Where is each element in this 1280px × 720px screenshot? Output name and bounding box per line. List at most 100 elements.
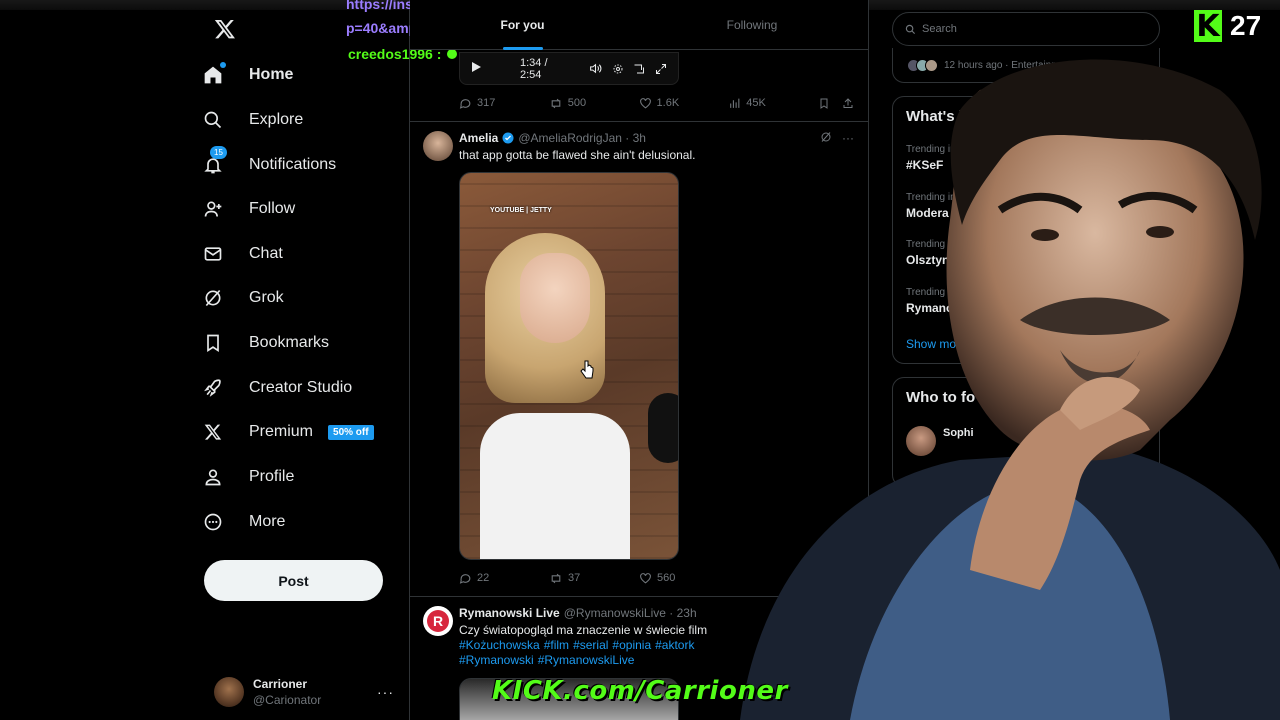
- news-avatars: [907, 58, 938, 72]
- tab-label: Following: [726, 18, 778, 32]
- show-more-link[interactable]: Show more: [906, 337, 967, 351]
- timeline-tabs: For you Following: [410, 0, 868, 50]
- avatar[interactable]: [906, 426, 936, 456]
- reply-button[interactable]: 317: [459, 97, 549, 110]
- tweet-divider: [410, 121, 868, 122]
- nav-creator-studio[interactable]: Creator Studio: [202, 368, 352, 408]
- reply-button[interactable]: 22: [459, 572, 549, 585]
- tweet-text: Czy światopogląd ma znaczenie w świecie …: [459, 623, 708, 637]
- trend-name: Modera: [906, 206, 949, 220]
- tweet-top-actions: ···: [820, 131, 854, 146]
- viewer-count-widget: K 27: [1194, 9, 1261, 44]
- grok-icon[interactable]: [820, 131, 832, 146]
- settings-icon[interactable]: [611, 62, 625, 76]
- news-card[interactable]: 12 hours ago · Entertainment · 2,004 po: [892, 48, 1160, 83]
- share-button[interactable]: [842, 97, 859, 110]
- nav-label: More: [249, 513, 286, 530]
- follow-icon: [202, 198, 224, 220]
- tweet-header: Rymanowski Live @RymanowskiLive · 23h: [459, 606, 697, 620]
- volume-icon[interactable]: [589, 62, 603, 76]
- nav-chat[interactable]: Chat: [202, 234, 283, 274]
- rymanowski-logo-icon: R: [427, 610, 449, 632]
- video-subject-top: [480, 413, 630, 559]
- suggested-user-name[interactable]: Sophi: [943, 427, 974, 439]
- share-icon: [843, 97, 853, 108]
- news-meta: 12 hours ago · Entertainment · 2,004 po: [944, 59, 1122, 71]
- nav-profile[interactable]: Profile: [202, 457, 294, 497]
- more-dots-icon[interactable]: ···: [842, 131, 854, 146]
- bell-icon: 15: [202, 146, 227, 176]
- notification-count-badge: 15: [210, 146, 227, 159]
- hashtag-link[interactable]: #opinia: [612, 638, 651, 652]
- fullscreen-icon[interactable]: [654, 62, 668, 76]
- author-handle-time[interactable]: @AmeliaRodrigJan · 3h: [518, 131, 646, 145]
- hashtag-link[interactable]: #serial: [573, 638, 608, 652]
- grok-icon: [202, 287, 224, 309]
- trend-context: Trending in: [906, 287, 956, 298]
- tweet-video[interactable]: [459, 172, 679, 560]
- avatar[interactable]: [423, 131, 453, 161]
- home-icon: [202, 62, 226, 86]
- views-button[interactable]: 45K: [728, 97, 818, 110]
- nav-grok[interactable]: Grok: [202, 278, 284, 318]
- chat-emote-icon: [447, 49, 458, 59]
- nav-explore[interactable]: Explore: [202, 100, 303, 140]
- search-input[interactable]: [922, 23, 1122, 35]
- author-name[interactable]: Rymanowski Live: [459, 606, 560, 620]
- panel-title: What's happe: [906, 108, 1003, 125]
- author-handle-time[interactable]: @RymanowskiLive · 23h: [564, 606, 697, 620]
- nav-bookmarks[interactable]: Bookmarks: [202, 323, 329, 363]
- search-icon: [905, 24, 916, 34]
- trend-name: Rymanows: [906, 301, 970, 315]
- nav-follow[interactable]: Follow: [202, 189, 295, 229]
- tweet-divider: [410, 596, 868, 597]
- avatar: [925, 58, 938, 72]
- more-dots-icon[interactable]: ···: [377, 684, 394, 700]
- tab-following[interactable]: Following: [635, 0, 868, 50]
- nav-premium[interactable]: Premium 50% off: [202, 412, 374, 452]
- repost-icon: [551, 573, 561, 583]
- tab-for-you[interactable]: For you: [410, 0, 635, 50]
- views-count: 45K: [746, 97, 766, 109]
- nav-label: Premium: [249, 423, 314, 440]
- nav-label: Explore: [249, 111, 304, 128]
- nav-label: Home: [249, 66, 294, 83]
- pip-icon[interactable]: [633, 62, 647, 76]
- play-icon[interactable]: [470, 61, 482, 76]
- author-name[interactable]: Amelia: [459, 131, 498, 145]
- repost-button[interactable]: 37: [549, 572, 639, 585]
- hashtag-link[interactable]: #RymanowskiLive: [538, 653, 635, 667]
- hashtag-link[interactable]: #film: [544, 638, 569, 652]
- repost-button[interactable]: 500: [549, 97, 639, 110]
- nav-notifications[interactable]: 15 Notifications: [202, 145, 336, 185]
- hashtag-link[interactable]: #Kożuchowska: [459, 638, 540, 652]
- x-logo-icon[interactable]: [214, 18, 236, 40]
- repost-icon: [551, 98, 561, 108]
- nav-more[interactable]: More: [202, 502, 285, 542]
- trend-context: Trending in Polan: [906, 192, 985, 203]
- bookmark-button[interactable]: [818, 97, 842, 110]
- tweet-text: that app gotta be flawed she ain't delus…: [459, 148, 696, 162]
- tab-label: For you: [500, 18, 545, 32]
- person-icon: [202, 466, 224, 488]
- timeline: For you Following 1:34 / 2:54 317 500 1.…: [409, 0, 869, 720]
- like-button[interactable]: 560: [639, 572, 729, 585]
- like-button[interactable]: 1.6K: [639, 97, 729, 110]
- hashtag-link[interactable]: #Rymanowski: [459, 653, 534, 667]
- trend-name: #KSeF: [906, 158, 944, 172]
- search-box[interactable]: [892, 12, 1160, 46]
- account-switcher[interactable]: Carrioner @Carionator ···: [214, 674, 394, 710]
- left-navigation: Home Explore 15 Notifications Follow Cha…: [190, 0, 408, 720]
- reply-icon: [459, 98, 471, 109]
- tweet-hashtags: #Kożuchowska #film #serial #opinia #aktork #R…: [459, 638, 759, 668]
- more-circle-icon: [202, 511, 224, 533]
- hashtag-link[interactable]: #aktork: [655, 638, 694, 652]
- post-button[interactable]: Post: [204, 560, 383, 601]
- verified-badge-icon: [502, 132, 514, 144]
- kick-channel-banner: KICK.com/Carrioner: [492, 676, 788, 706]
- views-icon: [730, 98, 740, 108]
- nav-home[interactable]: Home: [202, 55, 293, 95]
- avatar[interactable]: R: [423, 606, 453, 636]
- tweet-actions: 22 37 560: [459, 568, 759, 588]
- panel-title: Who to fo: [906, 389, 976, 406]
